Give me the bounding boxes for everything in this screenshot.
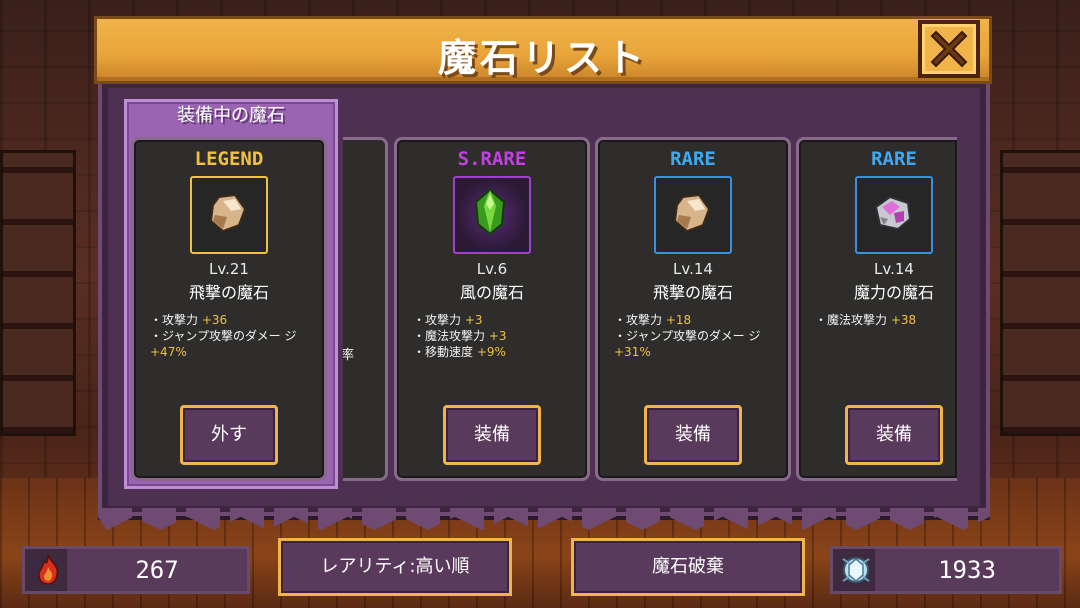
stone-level: Lv.14 — [673, 260, 713, 278]
crystal-resource-counter: 1933 — [830, 546, 1062, 594]
green-crystal-icon — [474, 188, 506, 236]
rock-gem-icon — [673, 193, 711, 233]
stone-card: S.RARE Lv.6 風の魔石 ・攻撃力 +3 ・魔法攻撃力 +3 ・移動速度… — [394, 137, 590, 481]
stat-line: ・攻撃力 +36 — [150, 313, 228, 327]
equip-button[interactable]: 装備 — [845, 405, 943, 465]
close-icon — [930, 30, 968, 68]
sort-rarity-button[interactable]: レアリティ:高い順 — [278, 538, 512, 596]
gem-frame — [453, 176, 531, 254]
stone-card: RARE Lv.14 魔力の魔石 ・魔法攻撃力 +38 装備 — [796, 137, 957, 481]
stone-stats: ・攻撃力 +18 ・ジャンプ攻撃のダメー ジ +31% — [614, 312, 780, 360]
fire-resource-counter: 267 — [22, 546, 250, 594]
stat-line: ・ジャンプ攻撃のダメー ジ +31% — [614, 329, 761, 359]
stat-line: ・攻撃力 +3 — [413, 313, 483, 327]
stone-name: 魔力の魔石 — [853, 283, 934, 302]
stat-line: ・魔法攻撃力 +38 — [815, 313, 917, 327]
stone-stats: ・魔法攻撃力 +38 — [815, 312, 949, 328]
rarity-label: LEGEND — [194, 148, 264, 170]
pink-stone-icon — [874, 195, 912, 231]
stone-stats: ・攻撃力 +36 ・ジャンプ攻撃のダメー ジ +47% — [150, 312, 316, 360]
equip-button[interactable]: 装備 — [443, 405, 541, 465]
stone-card-equipped: LEGEND Lv.21 飛撃の魔石 ・攻撃力 +36 ・ジャンプ攻撃のダメー … — [131, 137, 327, 481]
rarity-label: RARE — [670, 148, 716, 170]
stone-name: 風の魔石 — [459, 283, 524, 302]
fire-resource-count: 267 — [67, 549, 247, 591]
stat-line: ・移動速度 +9% — [413, 345, 506, 359]
page-title: 魔石リスト — [437, 36, 648, 80]
bookshelf — [1000, 150, 1080, 436]
rock-gem-icon — [209, 193, 247, 233]
crystal-resource-count: 1933 — [875, 549, 1059, 591]
equip-button[interactable]: 装備 — [644, 405, 742, 465]
stat-line: ・魔法攻撃力 +3 — [413, 329, 507, 343]
rarity-label: RARE — [871, 148, 917, 170]
stat-line: ・攻撃力 +18 — [614, 313, 692, 327]
stone-stats: ・攻撃力 +3 ・魔法攻撃力 +3 ・移動速度 +9% — [413, 312, 579, 360]
stone-level: Lv.21 — [209, 260, 249, 278]
title-bar: 魔石リスト — [94, 16, 992, 84]
partial-stat-text: 率 — [343, 344, 354, 363]
flame-icon — [38, 554, 59, 585]
bookshelf — [0, 150, 76, 436]
crystal-orb-icon — [842, 557, 870, 583]
stone-name: 飛撃の魔石 — [188, 283, 269, 302]
rarity-label: S.RARE — [457, 148, 527, 170]
gem-frame — [190, 176, 268, 254]
gem-frame — [855, 176, 933, 254]
unequip-button[interactable]: 外す — [180, 405, 278, 465]
discard-stone-button[interactable]: 魔石破棄 — [571, 538, 805, 596]
stone-card: RARE Lv.14 飛撃の魔石 ・攻撃力 +18 ・ジャンプ攻撃のダメー ジ … — [595, 137, 791, 481]
gem-frame — [654, 176, 732, 254]
stone-level: Lv.6 — [476, 260, 508, 278]
stone-level: Lv.14 — [874, 260, 914, 278]
close-button[interactable] — [918, 20, 980, 78]
stat-line: ・ジャンプ攻撃のダメー ジ +47% — [150, 329, 297, 359]
stone-card-partial: 率 — [343, 137, 388, 481]
stone-name: 飛撃の魔石 — [652, 283, 733, 302]
equipped-section-label: 装備中の魔石 — [177, 105, 285, 126]
